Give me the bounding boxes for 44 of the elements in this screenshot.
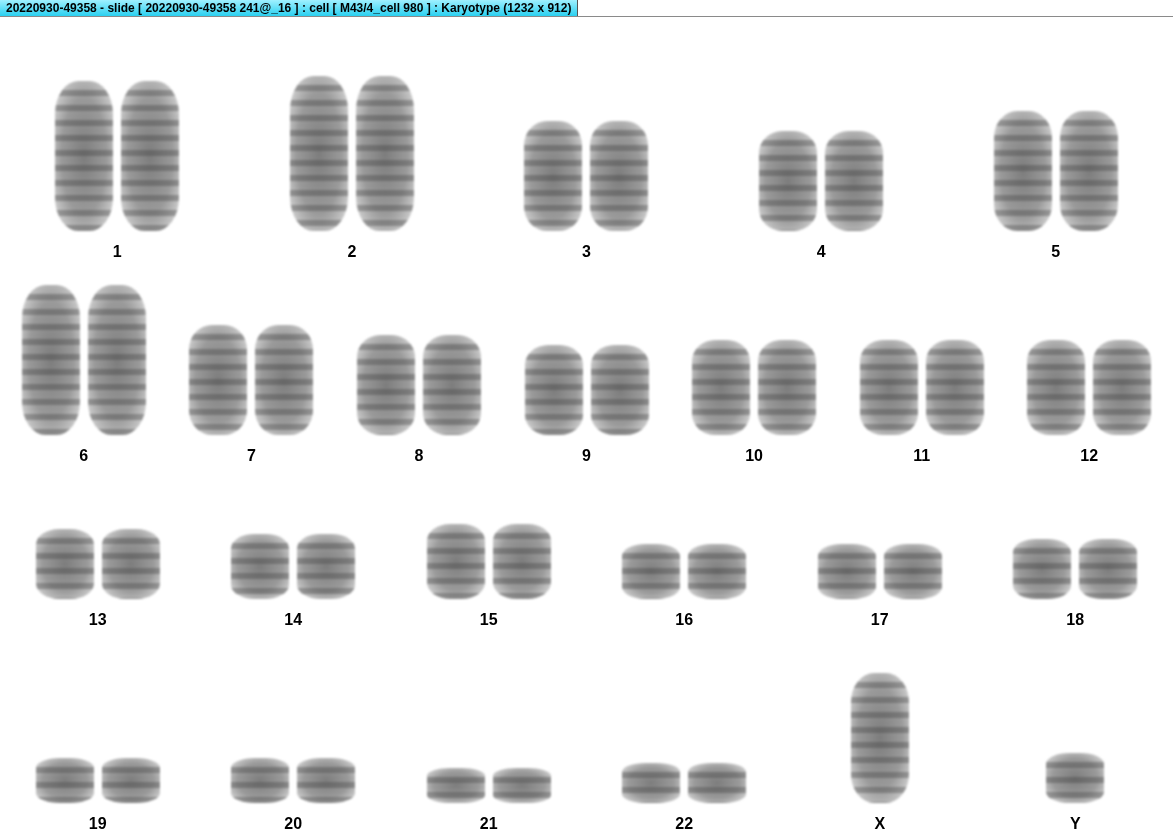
- chromosome-image: [297, 758, 356, 803]
- chromosome-number: 11: [913, 447, 931, 465]
- chromosome-image: [426, 768, 485, 803]
- chromosome-image: [231, 534, 290, 599]
- chromosome-image: [817, 544, 876, 599]
- window-title: 20220930-49358 - slide [ 20220930-49358 241@_16 ] : cell [ M43/4_cell 980 ] : Karyotype (1232 x 912): [0, 0, 579, 16]
- chromosome-number: 9: [582, 447, 591, 465]
- chromosome-number: 22: [675, 815, 694, 833]
- chromosome-number: 17: [870, 611, 889, 629]
- chromosome-image: [1046, 753, 1105, 803]
- chromosome-number: 1: [112, 243, 122, 261]
- chromosome-number: 16: [675, 611, 694, 629]
- chromosome-image: [1013, 539, 1072, 599]
- chromosome-image: [101, 758, 160, 803]
- chromosome-image: [622, 544, 681, 599]
- chromosome-image: [688, 544, 747, 599]
- chromosome-number: 10: [745, 447, 763, 465]
- chromosome-number: X: [874, 815, 886, 833]
- chromosome-number: 21: [479, 815, 498, 833]
- chromosome-number: 14: [284, 611, 303, 629]
- chromosome-image: [101, 529, 160, 599]
- chromosome-number: 2: [347, 243, 357, 261]
- chromosome-image: [688, 763, 747, 803]
- chromosome-number: 15: [479, 611, 498, 629]
- chromosome-number: 7: [246, 447, 256, 465]
- chromosome-number: 13: [88, 611, 107, 629]
- chromosome-number: 20: [284, 815, 303, 833]
- chromosome-image: [231, 758, 290, 803]
- chromosome-number: 6: [79, 447, 89, 465]
- chromosome-image: [492, 768, 551, 803]
- chromosome-number: 8: [414, 447, 424, 465]
- chromosome-number: 4: [816, 243, 826, 261]
- chromosome-number: 3: [582, 243, 591, 261]
- chromosome-image: [297, 534, 356, 599]
- chromosome-number: 5: [1051, 243, 1061, 261]
- chromosome-image: [35, 758, 94, 803]
- chromosome-image: [35, 529, 94, 599]
- chromosome-number: 12: [1080, 447, 1099, 465]
- chromosome-image: [622, 763, 681, 803]
- chromosome-number: Y: [1069, 815, 1081, 833]
- chromosome-image: [1079, 539, 1138, 599]
- chromosome-number: 19: [88, 815, 107, 833]
- chromosome-number: 18: [1066, 611, 1085, 629]
- chromosome-image: [883, 544, 942, 599]
